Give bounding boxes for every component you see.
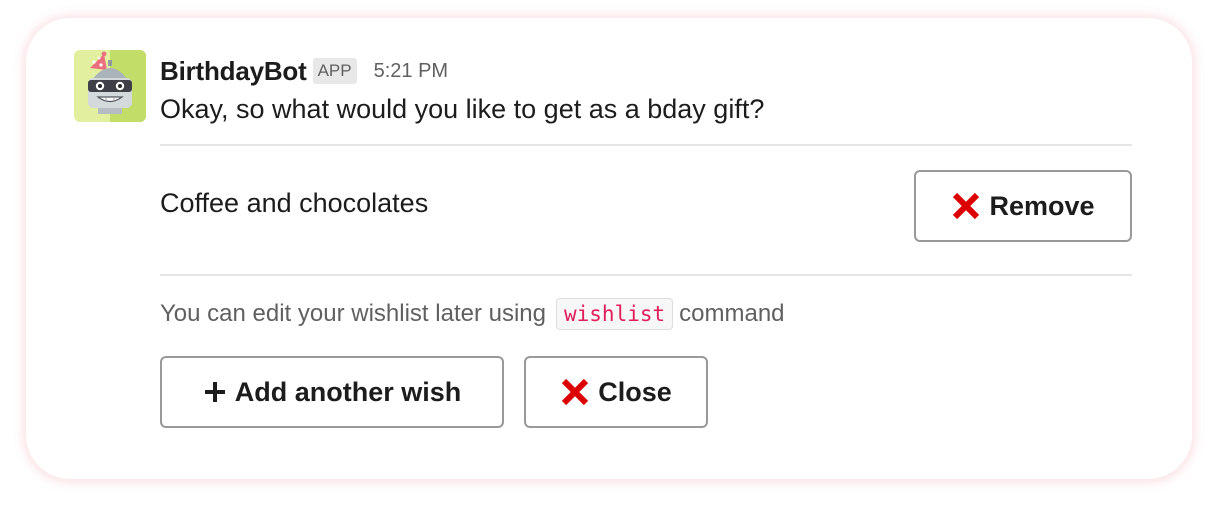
robot-party-hat-icon [74,50,146,122]
message-card: BirthdayBot APP 5:21 PM Okay, so what wo… [26,18,1192,479]
red-x-icon [951,191,981,221]
divider [160,144,1132,146]
close-button[interactable]: Close [524,356,708,428]
hint-text: You can edit your wishlist later using w… [160,296,785,332]
plus-icon [203,380,227,404]
message-text: Okay, so what would you like to get as a… [160,94,765,124]
app-badge: APP [312,58,357,84]
red-x-icon [560,377,590,407]
close-button-label: Close [598,376,672,407]
divider [160,274,1132,276]
bot-name[interactable]: BirthdayBot [160,56,307,87]
remove-button[interactable]: Remove [914,170,1132,242]
message-timestamp[interactable]: 5:21 PM [374,60,448,83]
remove-button-label: Remove [989,190,1095,221]
hint-suffix: command [679,300,785,327]
message-header: BirthdayBot APP 5:21 PM [160,54,448,88]
command-code: wishlist [556,298,674,330]
bot-avatar[interactable] [74,50,146,122]
add-another-wish-button[interactable]: Add another wish [160,356,504,428]
wish-item-text: Coffee and chocolates [160,188,429,218]
add-another-wish-label: Add another wish [234,376,462,407]
hint-prefix: You can edit your wishlist later using [160,300,546,327]
